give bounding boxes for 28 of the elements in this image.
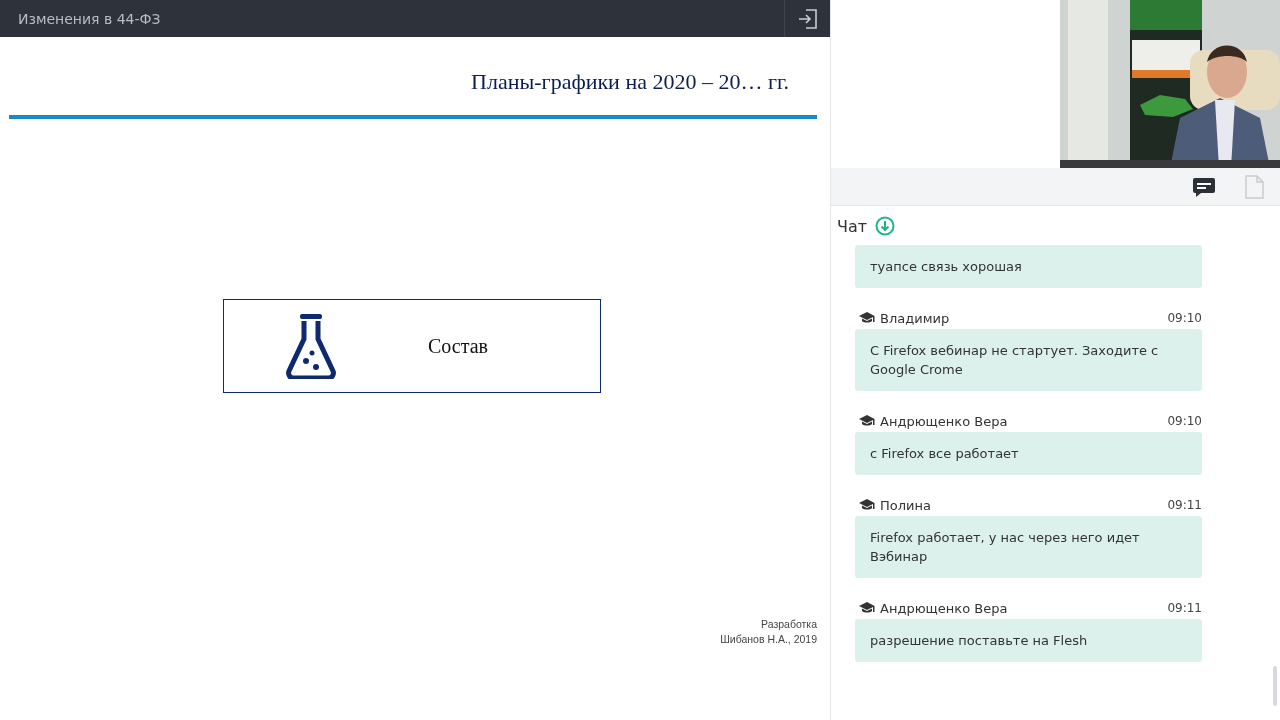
message-bubble: с Firefox все работает <box>855 432 1202 475</box>
graduation-cap-icon <box>859 415 875 427</box>
card-label: Состав <box>428 334 489 358</box>
graduation-cap-icon <box>859 602 875 614</box>
message-bubble: Firefox работает, у нас через него идет Вэбинар <box>855 516 1202 578</box>
chat-title: Чат <box>837 216 868 236</box>
chat-icon <box>1192 175 1216 198</box>
message-author: Владимир <box>880 310 951 326</box>
document-icon <box>1244 174 1264 199</box>
message-author: Андрющенко Вера <box>880 600 1009 616</box>
message-time: 09:10 <box>1167 311 1202 325</box>
message-bubble: туапсе связь хорошая <box>855 245 1202 288</box>
graduation-cap-icon <box>859 499 875 511</box>
message-author: Полина <box>880 497 932 513</box>
message-bubble: разрешение поставьте на Flesh <box>855 619 1202 662</box>
scroll-down-icon[interactable] <box>875 216 896 236</box>
presentation-title: Изменения в 44-ФЗ <box>18 10 161 27</box>
credit-text: Разработка <box>761 617 817 632</box>
credit-text: Шибанов Н.А., 2019 <box>720 632 817 647</box>
message-bubble: С Firefox вебинар не стартует. Заходите с Google Crome <box>855 329 1202 391</box>
message-time: 09:10 <box>1167 414 1202 428</box>
message-time: 09:11 <box>1167 498 1202 512</box>
message-author: Андрющенко Вера <box>880 413 1009 429</box>
flask-icon <box>286 313 336 379</box>
message-time: 09:11 <box>1167 601 1202 615</box>
scroll-bar[interactable] <box>1273 666 1277 706</box>
graduation-cap-icon <box>859 312 875 324</box>
slide-title: Планы-графики на 2020 – 20… гг. <box>471 69 789 95</box>
